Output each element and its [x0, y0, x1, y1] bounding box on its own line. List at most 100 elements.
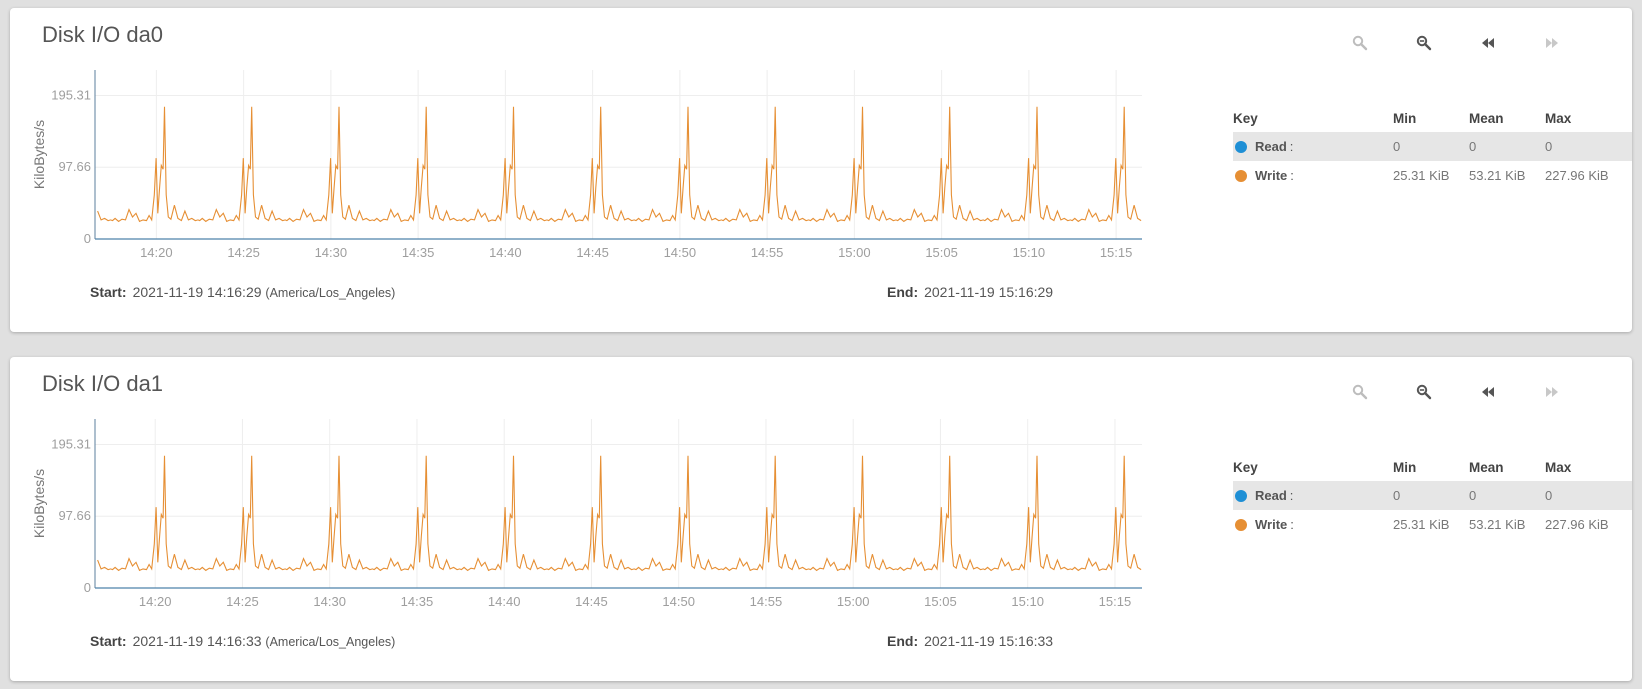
legend-max-value: 227.96 KiB	[1545, 168, 1609, 183]
x-tick-label: 15:00	[838, 245, 871, 260]
legend-row-write[interactable]: Write: 25.31 KiB 53.21 KiB 227.96 KiB	[1233, 510, 1632, 539]
x-tick-label: 14:35	[401, 594, 434, 609]
x-tick-label: 14:55	[750, 594, 783, 609]
x-tick-label: 14:50	[664, 245, 697, 260]
chart-toolbar	[1328, 376, 1584, 408]
zoom-in-button[interactable]	[1328, 376, 1392, 408]
start-timezone: (America/Los_Angeles)	[265, 286, 396, 300]
disk-io-card-da1: Disk I/O da1 0 97.66 195.31 14:20 14:25 14:30…	[10, 357, 1632, 681]
start-time: Start: 2021-11-19 14:16:33 (America/Los_A…	[90, 633, 395, 649]
write-series-dot-icon	[1235, 169, 1247, 182]
x-tick-label: 14:45	[576, 245, 609, 260]
legend-series-name: Write	[1255, 517, 1288, 532]
write-series-line	[97, 106, 1142, 223]
step-forward-icon	[1546, 38, 1558, 48]
x-tick-label: 14:20	[139, 594, 172, 609]
y-tick-label: 0	[84, 580, 91, 595]
x-tick-label: 14:55	[751, 245, 784, 260]
legend-series-name: Read	[1255, 139, 1287, 154]
legend-header-max: Max	[1545, 459, 1572, 475]
x-tick-label: 14:50	[662, 594, 695, 609]
legend-series-name: Read	[1255, 488, 1287, 503]
chart-legend: Key Min Mean Max Read: 0 0 0 Write: 25.3…	[1233, 453, 1632, 539]
legend-min-value: 0	[1393, 488, 1401, 503]
zoom-out-button[interactable]	[1392, 376, 1456, 408]
x-tick-label: 15:05	[924, 594, 957, 609]
zoom-in-button[interactable]	[1328, 27, 1392, 59]
zoom-in-icon	[1352, 35, 1368, 51]
x-tick-label: 14:35	[402, 245, 435, 260]
x-tick-label: 15:05	[925, 245, 958, 260]
x-tick-label: 15:15	[1099, 594, 1132, 609]
legend-max-value: 0	[1545, 139, 1553, 154]
start-timezone: (America/Los_Angeles)	[265, 635, 396, 649]
legend-header-mean: Mean	[1469, 459, 1504, 475]
zoom-out-icon	[1416, 35, 1432, 51]
end-value: 2021-11-19 15:16:29	[924, 284, 1054, 300]
legend-header-key: Key	[1233, 110, 1258, 126]
zoom-in-icon	[1352, 384, 1368, 400]
disk-io-chart[interactable]: 0 97.66 195.31 14:20 14:25 14:30 14:35 14:40 14:…	[10, 357, 1170, 617]
legend-row-write[interactable]: Write: 25.31 KiB 53.21 KiB 227.96 KiB	[1233, 161, 1632, 190]
start-label: Start:	[90, 633, 127, 649]
legend-header-key: Key	[1233, 459, 1258, 475]
x-tick-label: 14:30	[315, 245, 348, 260]
y-tick-label: 0	[84, 231, 91, 246]
zoom-out-button[interactable]	[1392, 27, 1456, 59]
legend-row-read[interactable]: Read: 0 0 0	[1233, 132, 1632, 161]
step-back-icon	[1482, 38, 1494, 48]
x-tick-label: 15:00	[837, 594, 870, 609]
legend-header: Key Min Mean Max	[1233, 453, 1632, 481]
read-series-dot-icon	[1235, 489, 1247, 502]
legend-colon: :	[1290, 517, 1294, 532]
legend-header-min: Min	[1393, 110, 1417, 126]
x-tick-label: 15:10	[1013, 245, 1046, 260]
legend-min-value: 25.31 KiB	[1393, 168, 1450, 183]
legend-min-value: 0	[1393, 139, 1401, 154]
read-series-dot-icon	[1235, 140, 1247, 153]
legend-series-name: Write	[1255, 168, 1288, 183]
chart-legend: Key Min Mean Max Read: 0 0 0 Write: 25.3…	[1233, 104, 1632, 190]
legend-header: Key Min Mean Max	[1233, 104, 1632, 132]
step-back-icon	[1482, 387, 1494, 397]
end-time: End: 2021-11-19 15:16:33	[887, 633, 1053, 649]
end-label: End:	[887, 284, 919, 300]
y-tick-label: 97.66	[58, 159, 91, 174]
y-tick-label: 97.66	[58, 508, 91, 523]
legend-colon: :	[1290, 168, 1294, 183]
legend-header-max: Max	[1545, 110, 1572, 126]
step-back-button[interactable]	[1456, 27, 1520, 59]
disk-io-card-da0: Disk I/O da0 0 97.66 195.31 14:20 14:25 14:30…	[10, 8, 1632, 332]
legend-header-min: Min	[1393, 459, 1417, 475]
legend-max-value: 0	[1545, 488, 1553, 503]
write-series-dot-icon	[1235, 518, 1247, 531]
legend-mean-value: 53.21 KiB	[1469, 517, 1526, 532]
step-back-button[interactable]	[1456, 376, 1520, 408]
start-time: Start: 2021-11-19 14:16:29 (America/Los_A…	[90, 284, 395, 300]
y-axis-title: KiloBytes/s	[31, 469, 47, 538]
legend-header-mean: Mean	[1469, 110, 1504, 126]
zoom-out-icon	[1416, 384, 1432, 400]
step-forward-button[interactable]	[1520, 376, 1584, 408]
legend-row-read[interactable]: Read: 0 0 0	[1233, 481, 1632, 510]
legend-mean-value: 0	[1469, 139, 1477, 154]
end-time: End: 2021-11-19 15:16:29	[887, 284, 1053, 300]
y-tick-label: 195.31	[51, 87, 91, 102]
x-tick-label: 14:20	[140, 245, 173, 260]
step-forward-button[interactable]	[1520, 27, 1584, 59]
x-tick-label: 14:25	[226, 594, 259, 609]
x-tick-label: 14:30	[313, 594, 346, 609]
x-tick-label: 15:10	[1011, 594, 1044, 609]
disk-io-chart[interactable]: 0 97.66 195.31 14:20 14:25 14:30 14:35 14:40 14:…	[10, 8, 1170, 268]
x-tick-label: 15:15	[1100, 245, 1133, 260]
x-tick-label: 14:40	[489, 245, 522, 260]
legend-colon: :	[1289, 139, 1294, 154]
legend-colon: :	[1289, 488, 1294, 503]
start-value: 2021-11-19 14:16:33	[132, 633, 262, 649]
end-value: 2021-11-19 15:16:33	[924, 633, 1054, 649]
legend-max-value: 227.96 KiB	[1545, 517, 1609, 532]
y-axis-title: KiloBytes/s	[31, 120, 47, 189]
legend-min-value: 25.31 KiB	[1393, 517, 1450, 532]
y-tick-label: 195.31	[51, 436, 91, 451]
step-forward-icon	[1546, 387, 1558, 397]
